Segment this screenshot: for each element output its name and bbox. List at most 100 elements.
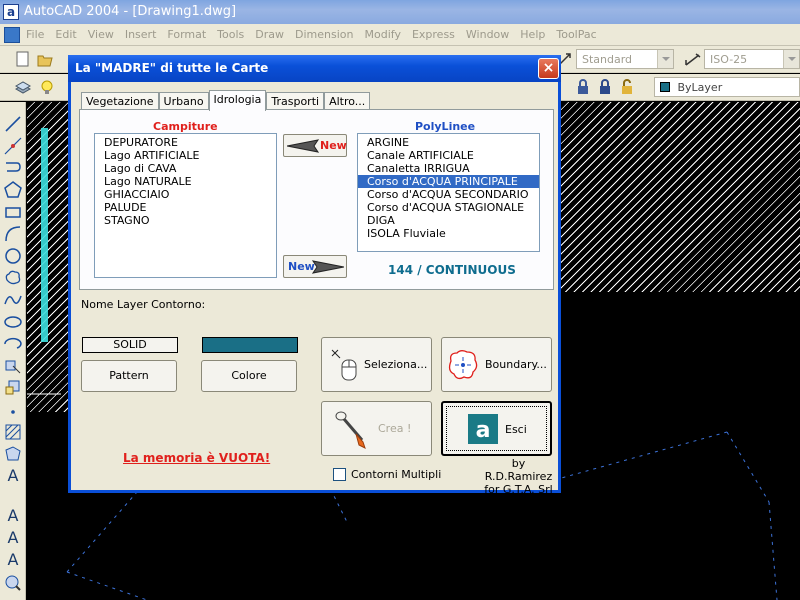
list-item[interactable]: Lago di CAVA	[95, 162, 276, 175]
lock-icon[interactable]	[574, 79, 592, 96]
layer-type-readout: 144 / CONTINUOUS	[388, 263, 516, 277]
circle-icon[interactable]	[3, 246, 23, 266]
list-item[interactable]: STAGNO	[95, 214, 276, 227]
list-item[interactable]: ISOLA Fluviale	[358, 227, 539, 240]
autocad-logo-icon: a	[468, 414, 498, 444]
text-icon[interactable]: A	[3, 506, 23, 526]
insert-block-icon[interactable]	[3, 356, 23, 376]
autocad-app-icon[interactable]: a	[3, 4, 19, 20]
window-title: AutoCAD 2004 - [Drawing1.dwg]	[24, 4, 237, 19]
make-block-icon[interactable]	[3, 378, 23, 398]
single-line-text-icon[interactable]: A	[3, 528, 23, 548]
revision-cloud-icon[interactable]	[3, 268, 23, 288]
list-item[interactable]: DEPURATORE	[95, 136, 276, 149]
list-item-selected[interactable]: Corso d'ACQUA PRINCIPALE	[358, 175, 539, 188]
menu-view[interactable]: View	[88, 28, 114, 41]
tab-idrologia[interactable]: Idrologia	[208, 90, 267, 111]
arrow-left-icon	[287, 139, 319, 153]
ellipse-arc-icon[interactable]	[3, 334, 23, 354]
new-file-icon[interactable]	[14, 51, 32, 68]
menu-express[interactable]: Express	[412, 28, 455, 41]
menu-tools[interactable]: Tools	[217, 28, 244, 41]
hatch-icon[interactable]	[3, 422, 23, 442]
new-campitura-button[interactable]: New	[283, 134, 347, 157]
tab-urbano[interactable]: Urbano	[158, 92, 209, 110]
dialog-title-bar[interactable]: La "MADRE" di tutte le Carte ×	[68, 55, 561, 82]
menu-modify[interactable]: Modify	[365, 28, 401, 41]
document-icon[interactable]	[4, 27, 20, 43]
menu-draw[interactable]: Draw	[255, 28, 284, 41]
rectangle-icon[interactable]	[3, 202, 23, 222]
dialog-title: La "MADRE" di tutte le Carte	[75, 61, 269, 75]
credit-author: by R.D.Ramirez	[484, 457, 553, 483]
tab-vegetazione[interactable]: Vegetazione	[81, 92, 159, 110]
lightbulb-icon[interactable]	[38, 79, 56, 96]
text-style-select[interactable]: Standard	[576, 49, 674, 69]
point-icon[interactable]	[3, 400, 23, 420]
color-preview	[202, 337, 298, 353]
chevron-down-icon[interactable]	[783, 50, 799, 68]
crea-button[interactable]: Crea !	[321, 401, 432, 456]
pattern-button[interactable]: Pattern	[81, 360, 177, 392]
new-right-label: New	[288, 260, 315, 273]
svg-text:a: a	[476, 418, 491, 443]
tab-trasporti[interactable]: Trasporti	[266, 92, 325, 110]
text-style-value: Standard	[582, 53, 633, 66]
campiture-list[interactable]: DEPURATORE Lago ARTIFICIALE Lago di CAVA…	[94, 133, 277, 278]
region-icon[interactable]	[3, 444, 23, 464]
dim-style-value: ISO-25	[710, 53, 748, 66]
list-item[interactable]: Corso d'ACQUA SECONDARIO	[358, 188, 539, 201]
arc-icon[interactable]	[3, 224, 23, 244]
seleziona-button[interactable]: Seleziona...	[321, 337, 432, 392]
open-folder-icon[interactable]	[36, 51, 54, 68]
menu-dimension[interactable]: Dimension	[295, 28, 353, 41]
pattern-value: SOLID	[82, 337, 178, 353]
list-item[interactable]: Lago ARTIFICIALE	[95, 149, 276, 162]
polylinee-list[interactable]: ARGINE Canale ARTIFICIALE Canaletta IRRI…	[357, 133, 540, 252]
chevron-down-icon[interactable]	[657, 50, 673, 68]
checkbox-box[interactable]	[333, 468, 346, 481]
layer-manager-icon[interactable]	[14, 79, 32, 96]
list-item[interactable]: Corso d'ACQUA STAGIONALE	[358, 201, 539, 214]
credit: by R.D.Ramirez for G.T.A. Srl	[479, 457, 558, 496]
menu-file[interactable]: File	[26, 28, 44, 41]
polyline-icon[interactable]	[3, 158, 23, 178]
menu-insert[interactable]: Insert	[125, 28, 157, 41]
color-select[interactable]: ByLayer	[654, 77, 800, 97]
nome-layer-label: Nome Layer Contorno:	[81, 298, 206, 311]
list-item[interactable]: DIGA	[358, 214, 539, 227]
edit-text-icon[interactable]: A	[3, 550, 23, 570]
lock-icon[interactable]	[596, 79, 614, 96]
dim-style-icon[interactable]	[684, 51, 702, 68]
menu-bar: File Edit View Insert Format Tools Draw …	[0, 24, 800, 46]
new-polilinea-button[interactable]: New	[283, 255, 347, 278]
list-item[interactable]: GHIACCIAIO	[95, 188, 276, 201]
spell-check-icon[interactable]	[3, 572, 23, 592]
menu-window[interactable]: Window	[466, 28, 509, 41]
mtext-icon[interactable]: A	[3, 466, 23, 486]
spline-icon[interactable]	[3, 290, 23, 310]
list-item[interactable]: Lago NATURALE	[95, 175, 276, 188]
dim-style-select[interactable]: ISO-25	[704, 49, 800, 69]
colore-button[interactable]: Colore	[201, 360, 297, 392]
close-button[interactable]: ×	[538, 58, 559, 79]
polygon-icon[interactable]	[3, 180, 23, 200]
esci-button[interactable]: a Esci	[441, 401, 552, 456]
boundary-button[interactable]: Boundary...	[441, 337, 552, 392]
tab-strip: Vegetazione Urbano Idrologia Trasporti A…	[81, 90, 371, 111]
list-item[interactable]: ARGINE	[358, 136, 539, 149]
menu-help[interactable]: Help	[520, 28, 545, 41]
line-icon[interactable]	[3, 114, 23, 134]
menu-format[interactable]: Format	[167, 28, 206, 41]
menu-toolpac[interactable]: ToolPac	[556, 28, 596, 41]
construction-line-icon[interactable]	[3, 136, 23, 156]
credit-company: for G.T.A. Srl	[484, 483, 553, 496]
tab-altro[interactable]: Altro...	[324, 92, 371, 110]
menu-edit[interactable]: Edit	[55, 28, 76, 41]
list-item[interactable]: Canaletta IRRIGUA	[358, 162, 539, 175]
draw-toolbar: A A A A	[0, 102, 26, 600]
list-item[interactable]: PALUDE	[95, 201, 276, 214]
ellipse-icon[interactable]	[3, 312, 23, 332]
unlock-icon[interactable]	[618, 79, 636, 96]
list-item[interactable]: Canale ARTIFICIALE	[358, 149, 539, 162]
